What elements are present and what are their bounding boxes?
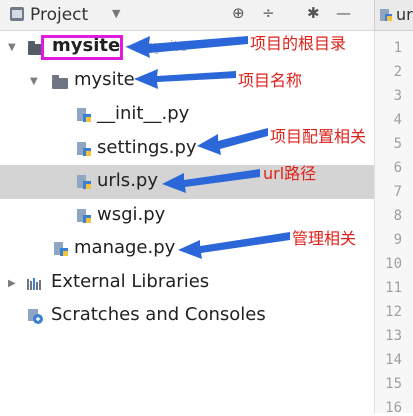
line-number: 16 (385, 400, 402, 416)
line-number: 14 (385, 352, 402, 368)
library-icon (27, 278, 41, 290)
line-number: 10 (385, 256, 402, 272)
line-number: 11 (385, 280, 402, 296)
file-label: wsgi.py (97, 204, 166, 225)
line-number-gutter: 1 2 3 4 5 6 7 8 9 10 11 12 13 14 15 16 (374, 31, 413, 416)
folder-icon (52, 75, 68, 89)
chevron-right-icon[interactable]: ▶ (8, 278, 16, 289)
line-number: 5 (393, 136, 402, 152)
line-number: 6 (393, 160, 402, 176)
collapse-all-icon[interactable]: ÷ (262, 4, 275, 22)
python-file-icon (77, 108, 91, 122)
line-number: 12 (385, 304, 402, 320)
package-folder-label: mysite (74, 69, 135, 90)
line-number: 8 (393, 208, 402, 224)
line-number: 2 (393, 64, 402, 80)
target-icon[interactable]: ⊕ (232, 4, 245, 22)
python-file-icon (380, 9, 392, 21)
project-view-title[interactable]: Project (30, 5, 88, 25)
line-number: 1 (393, 40, 402, 56)
tree-row-scratches[interactable]: Scratches and Consoles (0, 299, 374, 333)
python-file-icon (77, 175, 91, 189)
gear-icon[interactable]: ✱ (307, 4, 320, 22)
python-file-icon (77, 142, 91, 156)
file-label: __init__.py (97, 103, 190, 124)
file-label: urls.py (97, 170, 158, 191)
editor-tab-urls[interactable]: ur (374, 0, 413, 31)
scratches-icon (28, 309, 43, 324)
line-number: 9 (393, 232, 402, 248)
line-number: 4 (393, 112, 402, 128)
root-path-hint: ~/mysite (124, 39, 188, 55)
tree-row-external-libraries[interactable]: ▶ External Libraries (0, 266, 374, 300)
line-number: 3 (393, 88, 402, 104)
annotation-package: 项目名称 (238, 71, 303, 90)
line-number: 15 (385, 376, 402, 392)
annotation-settings: 项目配置相关 (270, 127, 367, 146)
external-libraries-label: External Libraries (51, 271, 210, 292)
scratches-label: Scratches and Consoles (51, 304, 266, 325)
project-toolbar: Project ▼ ⊕ ÷ ✱ — (0, 0, 374, 31)
tree-row-file-selected[interactable]: urls.py (0, 165, 374, 199)
annotation-manage: 管理相关 (292, 229, 357, 248)
file-label: manage.py (74, 237, 176, 258)
file-label: settings.py (97, 137, 197, 158)
project-window-icon (10, 7, 24, 21)
tree-row-package[interactable]: ▼ mysite (0, 64, 374, 98)
line-number: 13 (385, 328, 402, 344)
line-number: 7 (393, 184, 402, 200)
annotation-urls: url路径 (263, 164, 317, 183)
python-file-icon (54, 242, 68, 256)
python-file-icon (77, 209, 91, 223)
highlight-box (41, 35, 123, 60)
annotation-root: 项目的根目录 (250, 34, 347, 53)
chevron-down-icon[interactable]: ▼ (8, 42, 16, 53)
chevron-down-icon[interactable]: ▼ (112, 7, 120, 20)
chevron-down-icon[interactable]: ▼ (30, 76, 38, 87)
editor-tab-label: ur (396, 5, 413, 24)
minimize-icon[interactable]: — (336, 4, 351, 22)
